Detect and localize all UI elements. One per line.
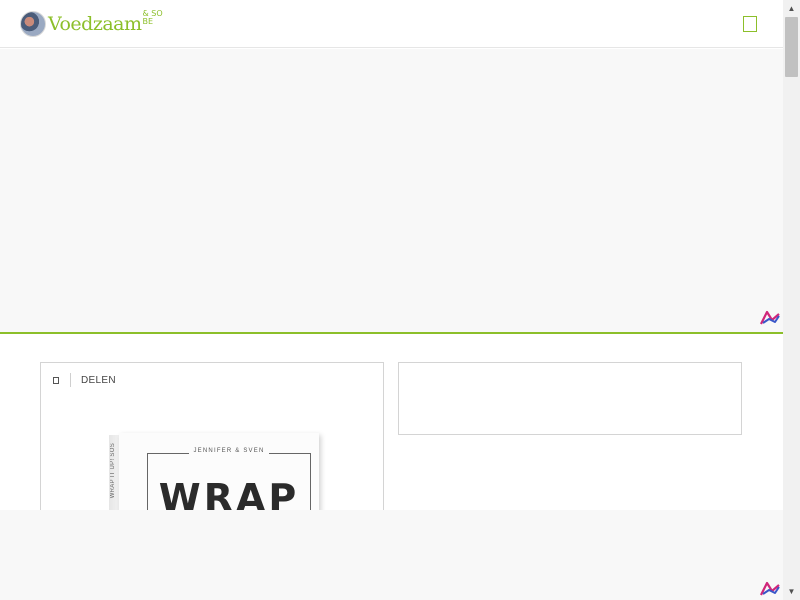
logo-avatar (20, 11, 46, 37)
ad-logo-icon-bottom[interactable] (760, 581, 780, 597)
ad-logo-icon[interactable] (760, 310, 780, 326)
side-card (398, 362, 742, 435)
share-divider (70, 373, 71, 387)
share-icon[interactable] (53, 376, 59, 384)
book-author: JENNIFER & SVEN (148, 448, 310, 454)
site-logo[interactable]: Voedzaam & SO BE (20, 8, 163, 40)
book-author-text: JENNIFER & SVEN (189, 448, 269, 454)
top-ad-area (0, 49, 783, 332)
logo-text: Voedzaam (48, 13, 142, 35)
share-label[interactable]: DELEN (81, 375, 116, 386)
bottom-ad-area (0, 510, 783, 600)
article-card: DELEN WRAP IT UP! SOS JENNIFER & SVEN WR… (40, 362, 384, 532)
site-header: Voedzaam & SO BE (0, 0, 783, 48)
book-spine-text: WRAP IT UP! SOS (110, 443, 116, 499)
logo-brand: Voedzaam (48, 13, 142, 35)
logo-suffix: & SO BE (143, 10, 163, 26)
logo-suffix-bottom: BE (142, 17, 154, 26)
scroll-down-icon[interactable]: ▼ (783, 583, 800, 600)
menu-icon[interactable] (743, 16, 757, 32)
share-bar[interactable]: DELEN (53, 373, 116, 387)
scroll-up-icon[interactable]: ▲ (783, 0, 800, 17)
section-divider (0, 332, 783, 334)
scrollbar[interactable]: ▲ ▼ (783, 0, 800, 600)
scroll-thumb[interactable] (785, 17, 798, 77)
